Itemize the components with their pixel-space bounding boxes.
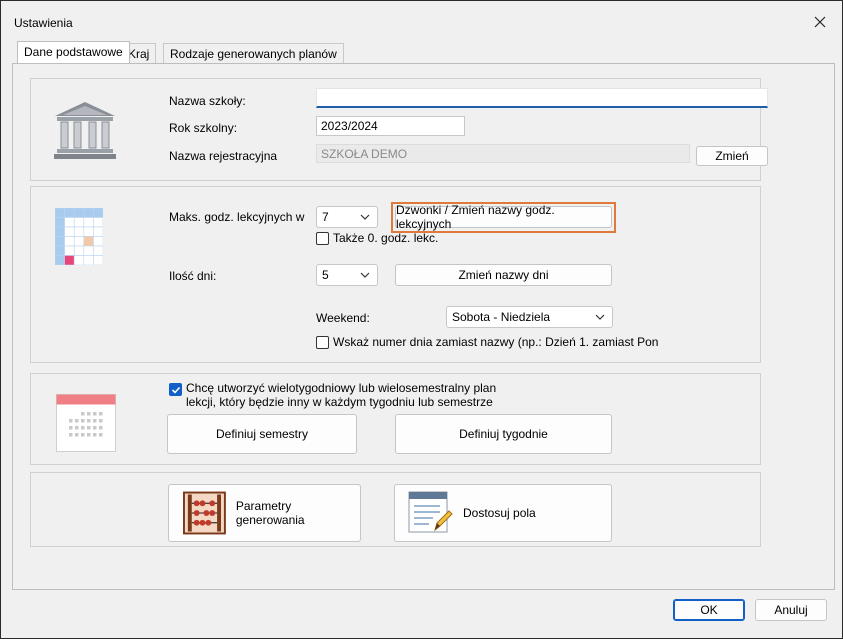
max-lessons-value: 7 <box>322 210 329 224</box>
timetable-grid-icon <box>55 208 103 265</box>
chevron-down-icon <box>360 214 370 220</box>
days-count-label: Ilość dni: <box>169 269 217 283</box>
generation-parameters-label: Parametry generowania <box>235 499 305 527</box>
max-lessons-select[interactable]: 7 <box>316 206 378 228</box>
weekend-value: Sobota - Niedziela <box>452 310 551 324</box>
tab-basic-data[interactable]: Dane podstawowe <box>17 41 130 63</box>
multiweek-label-line2: lekcji, który będzie inny w każdym tygod… <box>186 395 493 409</box>
close-icon <box>814 16 826 28</box>
ok-button[interactable]: OK <box>673 599 745 621</box>
day-number-checkbox-row[interactable]: Wskaż numer dnia zamiast nazwy (np.: Dzi… <box>316 335 658 349</box>
tab-label: Rodzaje generowanych planów <box>170 47 337 61</box>
form-edit-icon <box>408 491 453 533</box>
weekend-label: Weekend: <box>316 311 370 325</box>
generation-parameters-button[interactable]: Parametry generowania <box>168 484 361 542</box>
multiweek-checkbox[interactable] <box>169 383 182 396</box>
settings-window: Ustawienia Dane podstawowe Kraj Rodzaje … <box>0 0 843 639</box>
tab-label: Dane podstawowe <box>24 45 123 59</box>
multiweek-label-line1: Chcę utworzyć wielotygodniowy lub wielos… <box>186 381 497 395</box>
customize-fields-label: Dostosuj pola <box>463 506 536 520</box>
zero-lesson-label: Także 0. godz. lekc. <box>333 231 439 245</box>
tab-plan-types[interactable]: Rodzaje generowanych planów <box>163 43 344 63</box>
close-button[interactable] <box>806 9 834 35</box>
school-name-input[interactable] <box>316 88 768 108</box>
define-weeks-button[interactable]: Definiuj tygodnie <box>395 414 612 454</box>
multiweek-label: Chcę utworzyć wielotygodniowy lub wielos… <box>186 381 496 409</box>
customize-fields-button[interactable]: Dostosuj pola <box>394 484 612 542</box>
tab-label: Kraj <box>128 47 150 61</box>
checkmark-icon <box>171 386 180 394</box>
multiweek-group: Chcę utworzyć wielotygodniowy lub wielos… <box>30 373 761 465</box>
school-building-icon <box>54 102 116 159</box>
calendar-icon <box>56 394 116 452</box>
registration-name-label: Nazwa rejestracyjna <box>169 149 278 163</box>
school-name-label: Nazwa szkoły: <box>169 94 246 108</box>
tab-panel-basic-data: Nazwa szkoły: Rok szkolny: Nazwa rejestr… <box>12 63 835 590</box>
chevron-down-icon <box>595 314 605 320</box>
school-year-input[interactable] <box>316 116 465 136</box>
day-number-label: Wskaż numer dnia zamiast nazwy (np.: Dzi… <box>333 335 659 349</box>
school-group: Nazwa szkoły: Rok szkolny: Nazwa rejestr… <box>30 78 768 181</box>
weekend-select[interactable]: Sobota - Niedziela <box>446 306 613 328</box>
max-lessons-label: Maks. godz. lekcyjnych w <box>169 210 305 224</box>
bells-rename-lessons-button[interactable]: Dzwonki / Zmień nazwy godz. lekcyjnych <box>395 203 612 231</box>
window-title: Ustawienia <box>14 16 73 30</box>
title-bar: Ustawienia <box>1 1 842 35</box>
lessons-group: Maks. godz. lekcyjnych w 7 Dzwonki / Zmi… <box>30 186 761 363</box>
registration-name-field: SZKOŁA DEMO <box>316 144 690 163</box>
school-year-label: Rok szkolny: <box>169 121 238 135</box>
zero-lesson-checkbox[interactable] <box>316 231 329 245</box>
cancel-button[interactable]: Anuluj <box>755 599 827 621</box>
days-count-select[interactable]: 5 <box>316 264 378 286</box>
rename-days-button[interactable]: Zmień nazwy dni <box>395 264 612 286</box>
abacus-icon <box>183 491 226 535</box>
tools-group: Parametry generowania Dostosuj pola <box>30 472 761 547</box>
change-registration-button[interactable]: Zmień <box>696 146 768 166</box>
day-number-checkbox[interactable] <box>316 335 329 349</box>
chevron-down-icon <box>360 272 370 278</box>
multiweek-checkbox-row[interactable]: Chcę utworzyć wielotygodniowy lub wielos… <box>169 381 496 409</box>
days-count-value: 5 <box>322 268 329 282</box>
define-semesters-button[interactable]: Definiuj semestry <box>167 414 357 454</box>
zero-lesson-checkbox-row[interactable]: Także 0. godz. lekc. <box>316 231 438 245</box>
